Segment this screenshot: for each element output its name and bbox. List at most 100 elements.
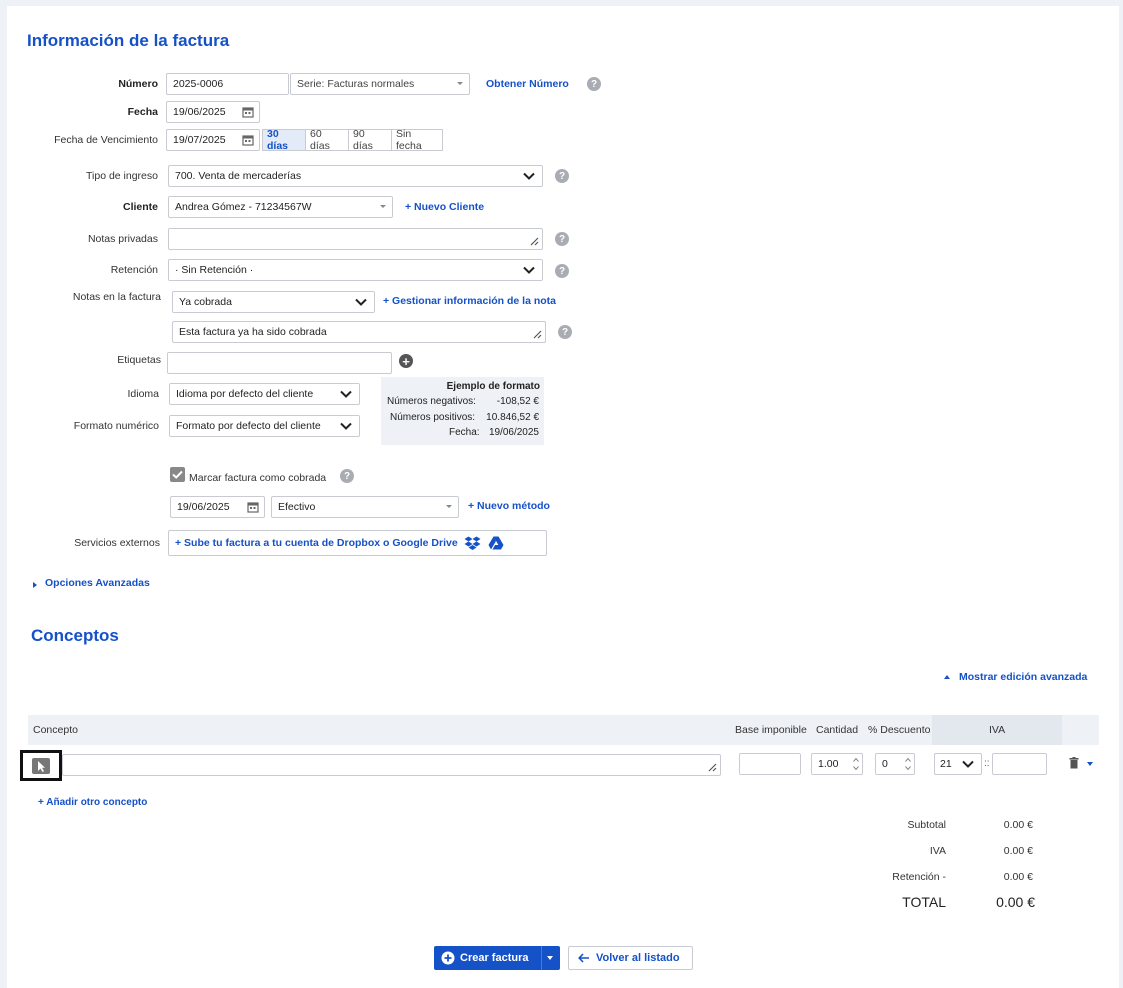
chevron-down-icon <box>355 298 367 306</box>
dropbox-icon <box>464 536 481 550</box>
total-value: 0.00 € <box>996 894 1035 910</box>
formato-value: Formato por defecto del cliente <box>176 420 321 432</box>
vencimiento-60-button[interactable]: 60 días <box>305 128 349 152</box>
cantidad-stepper[interactable]: 1.00 <box>811 753 863 775</box>
chevron-down-icon <box>523 172 535 180</box>
format-pos-value: 10.846,52 € <box>486 412 539 423</box>
servicios-label: Servicios externos <box>74 537 160 549</box>
tipo-ingreso-label: Tipo de ingreso <box>86 170 158 182</box>
stepper-arrows-icon[interactable] <box>905 757 911 771</box>
row-drag-handle[interactable] <box>20 750 62 781</box>
nuevo-cliente-link[interactable]: + Nuevo Cliente <box>405 201 484 213</box>
page-title: Información de la factura <box>27 31 230 50</box>
calendar-icon <box>247 502 259 513</box>
retencion-total-value: 0.00 € <box>1003 871 1033 883</box>
retencion-select[interactable]: · Sin Retención · <box>168 259 543 281</box>
conceptos-title: Conceptos <box>31 626 119 645</box>
fecha-value: 19/06/2025 <box>173 106 226 118</box>
vencimiento-input[interactable]: 19/07/2025 <box>166 129 260 151</box>
volver-listado-label: Volver al listado <box>596 952 680 964</box>
vencimiento-90-button[interactable]: 90 días <box>348 128 392 152</box>
stepper-arrows-icon[interactable] <box>853 757 859 771</box>
format-neg-label: Números negativos: <box>387 396 476 407</box>
arrow-left-icon <box>578 953 589 963</box>
retencion-value: · Sin Retención · <box>175 264 254 276</box>
crear-factura-label: Crear factura <box>460 952 529 964</box>
upload-cloud-button[interactable]: + Sube tu factura a tu cuenta de Dropbox… <box>168 530 547 556</box>
caret-down-icon <box>380 205 386 208</box>
help-icon[interactable]: ? <box>558 325 572 339</box>
volver-listado-button[interactable]: Volver al listado <box>568 946 693 970</box>
etiquetas-input[interactable] <box>167 352 392 374</box>
iva-total-value: 0.00 € <box>1003 845 1033 857</box>
cliente-value: Andrea Gómez - 71234567W <box>175 201 312 213</box>
header-iva: IVA <box>989 724 1006 736</box>
anadir-concepto-link[interactable]: + Añadir otro concepto <box>38 797 147 808</box>
caret-right-icon <box>33 582 37 588</box>
subtotal-value: 0.00 € <box>1003 819 1033 831</box>
add-tag-icon[interactable]: + <box>399 354 413 368</box>
format-date-value: 19/06/2025 <box>488 427 539 438</box>
concepto-textarea[interactable] <box>62 754 721 776</box>
format-neg-value: -108,52 € <box>496 396 539 407</box>
help-icon[interactable]: ? <box>555 264 569 278</box>
row-menu-caret-icon[interactable] <box>1087 762 1093 766</box>
chevron-down-icon <box>340 390 352 398</box>
etiquetas-label: Etiquetas <box>117 354 161 366</box>
resize-handle-icon[interactable] <box>708 763 717 772</box>
notas-factura-textarea[interactable]: Esta factura ya ha sido cobrada <box>172 321 546 343</box>
fecha-input[interactable]: 19/06/2025 <box>166 101 260 123</box>
vencimiento-sin-fecha-button[interactable]: Sin fecha <box>391 128 443 152</box>
tipo-ingreso-select[interactable]: 700. Venta de mercaderías <box>168 165 543 187</box>
notas-privadas-textarea[interactable] <box>168 228 543 250</box>
cliente-label: Cliente <box>122 201 158 213</box>
plus-circle-icon <box>441 951 455 965</box>
format-example-box: Ejemplo de formato Números negativos: -1… <box>381 377 544 445</box>
nuevo-metodo-link[interactable]: + Nuevo método <box>468 500 550 512</box>
vencimiento-30-button[interactable]: 30 días <box>262 128 306 152</box>
iva-select[interactable]: 21 <box>934 753 982 775</box>
caret-down-icon <box>446 505 452 508</box>
opciones-avanzadas-link[interactable]: Opciones Avanzadas <box>45 577 150 589</box>
formato-select[interactable]: Formato por defecto del cliente <box>169 415 360 437</box>
notas-factura-select[interactable]: Ya cobrada <box>172 291 375 313</box>
split-divider <box>541 946 542 970</box>
iva-value: 21 <box>940 758 952 770</box>
cobrada-date-input[interactable]: 19/06/2025 <box>170 496 265 518</box>
resize-handle-icon[interactable] <box>530 237 539 246</box>
idioma-select[interactable]: Idioma por defecto del cliente <box>169 383 360 405</box>
vencimiento-value: 19/07/2025 <box>173 134 226 146</box>
mostrar-edicion-avanzada-link[interactable]: Mostrar edición avanzada <box>959 671 1087 683</box>
cobrada-checkbox[interactable] <box>170 467 185 482</box>
trash-icon[interactable] <box>1069 757 1079 769</box>
iva-extra-input[interactable] <box>992 753 1047 775</box>
pointer-icon <box>32 758 50 774</box>
idioma-value: Idioma por defecto del cliente <box>176 388 314 400</box>
help-icon[interactable]: ? <box>555 169 569 183</box>
notas-factura-value: Ya cobrada <box>179 296 232 308</box>
resize-handle-icon[interactable] <box>533 330 542 339</box>
payment-method-select[interactable]: Efectivo <box>271 496 459 518</box>
retencion-label: Retención <box>110 264 158 276</box>
serie-select[interactable]: Serie: Facturas normales <box>290 73 470 95</box>
help-icon[interactable]: ? <box>587 77 601 91</box>
header-cantidad: Cantidad <box>816 724 859 736</box>
base-imponible-input[interactable] <box>739 753 801 775</box>
help-icon[interactable]: ? <box>340 469 354 483</box>
vencimiento-label: Fecha de Vencimiento <box>54 134 158 146</box>
descuento-stepper[interactable]: 0 <box>875 753 915 775</box>
iva-separator: :: <box>984 758 990 769</box>
subtotal-label: Subtotal <box>907 819 946 831</box>
chevron-down-icon <box>340 422 352 430</box>
obtener-numero-link[interactable]: Obtener Número <box>486 78 569 90</box>
cliente-select[interactable]: Andrea Gómez - 71234567W <box>168 196 393 218</box>
help-icon[interactable]: ? <box>555 232 569 246</box>
caret-down-icon[interactable] <box>547 956 553 960</box>
crear-factura-button[interactable]: Crear factura <box>434 946 560 970</box>
numero-input[interactable]: 2025-0006 <box>166 73 289 95</box>
tipo-ingreso-value: 700. Venta de mercaderías <box>175 170 302 182</box>
header-base-imponible: Base imponible <box>735 724 807 736</box>
gestionar-nota-link[interactable]: + Gestionar información de la nota <box>383 295 556 307</box>
chevron-down-icon <box>962 760 974 768</box>
formato-label: Formato numérico <box>73 420 159 432</box>
